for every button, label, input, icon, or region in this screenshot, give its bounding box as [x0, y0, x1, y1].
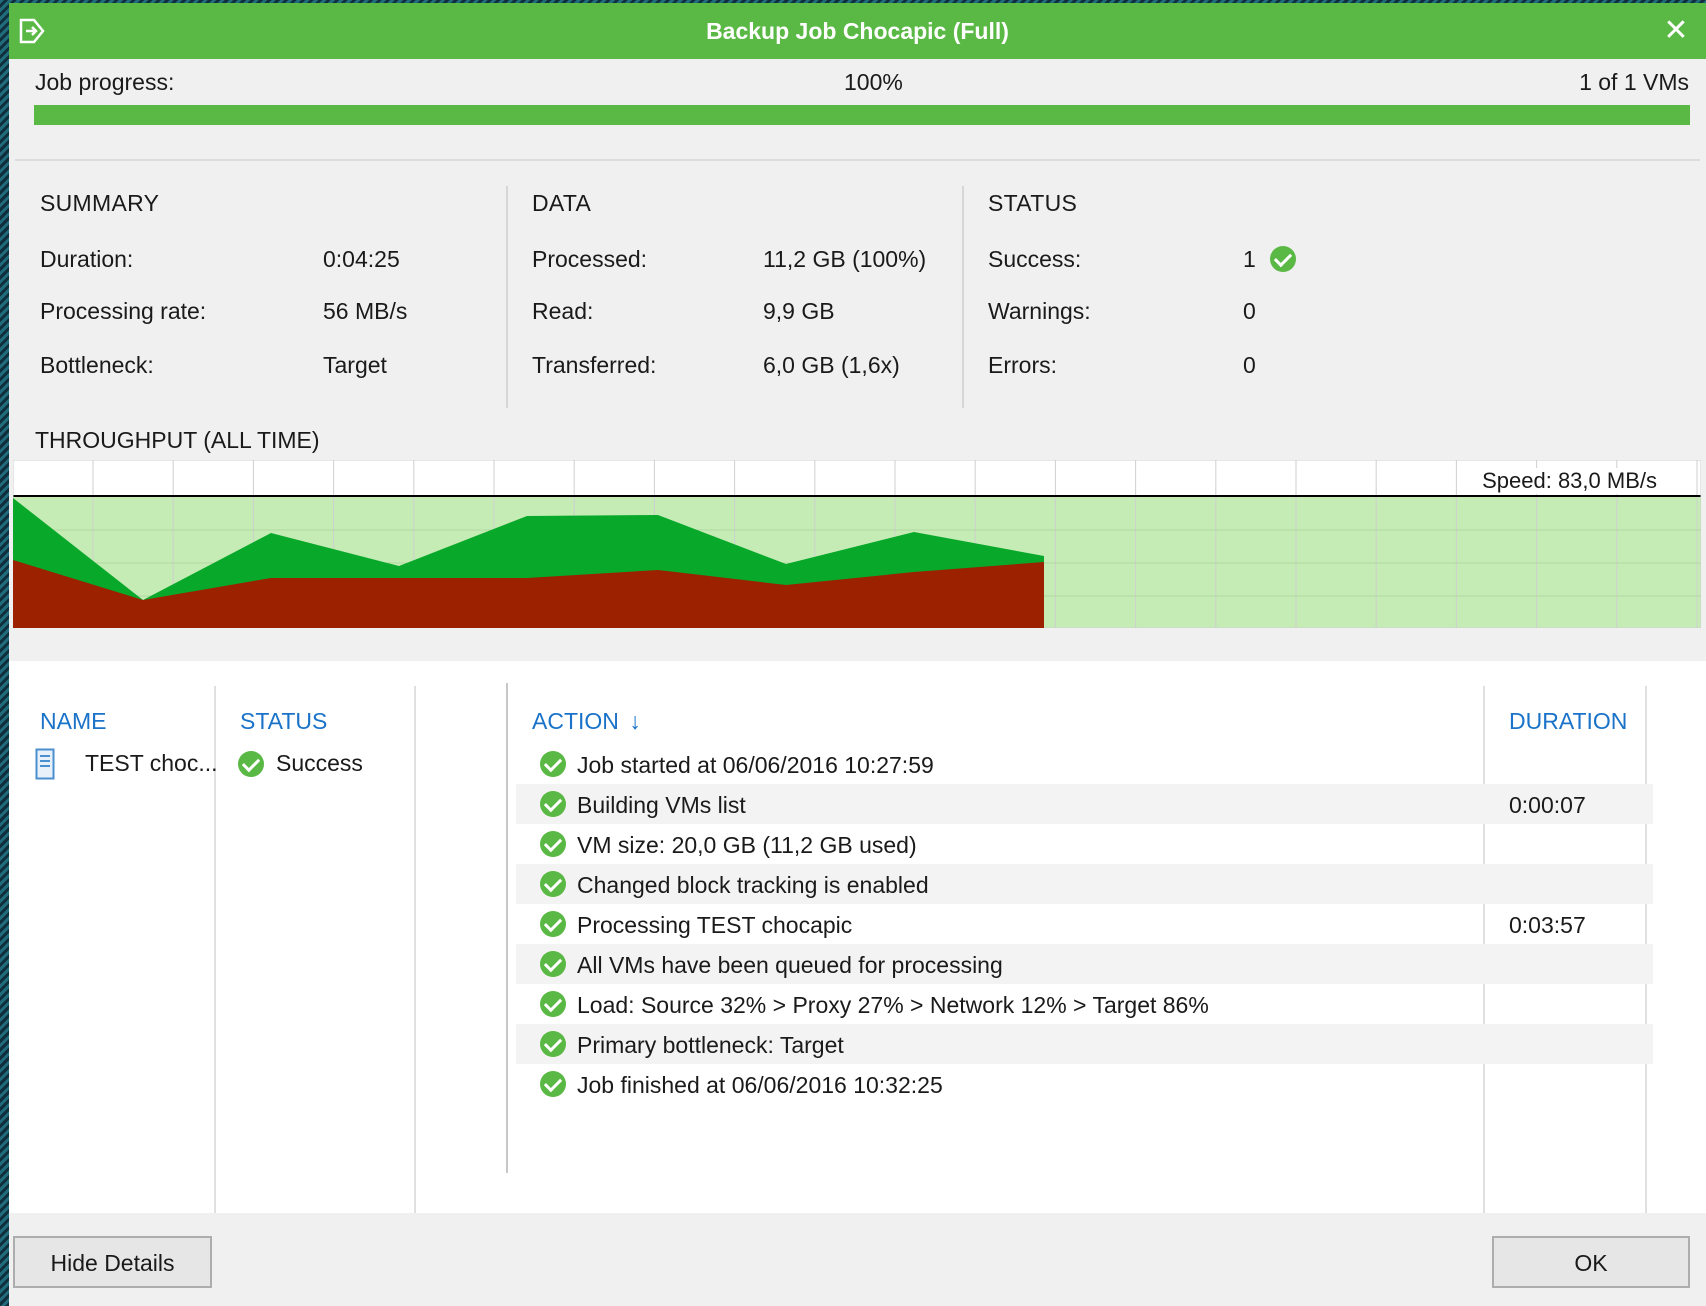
action-duration: 0:00:07: [1509, 792, 1586, 818]
success-check-icon: [1270, 245, 1297, 272]
status-panel: STATUS Success: 1 Warnings: 0 Errors: 0: [988, 178, 1388, 408]
summary-bottleneck-value: Target: [323, 352, 387, 378]
job-progress-vms: 1 of 1 VMs: [1579, 69, 1689, 95]
action-text: Load: Source 32% > Proxy 27% > Network 1…: [577, 992, 1209, 1018]
action-row[interactable]: Job finished at 06/06/2016 10:32:25: [516, 1064, 1653, 1104]
data-read-value: 9,9 GB: [763, 298, 835, 324]
ok-button[interactable]: OK: [1492, 1236, 1690, 1288]
data-heading: DATA: [532, 190, 592, 216]
success-check-icon: [540, 991, 566, 1017]
status-errors-value: 0: [1243, 352, 1256, 378]
summary-bottleneck-label: Bottleneck:: [40, 352, 154, 378]
divider: [15, 159, 1700, 161]
success-check-icon: [540, 791, 566, 817]
title-bar[interactable]: Backup Job Chocapic (Full) ✕: [9, 3, 1706, 59]
column-header-duration[interactable]: DURATION: [1509, 708, 1627, 735]
data-processed-label: Processed:: [532, 246, 648, 272]
action-row[interactable]: All VMs have been queued for processing: [516, 944, 1653, 984]
action-row[interactable]: Changed block tracking is enabled: [516, 864, 1653, 904]
success-check-icon: [540, 831, 566, 857]
action-duration: 0:03:57: [1509, 912, 1586, 938]
job-progress-row: Job progress: 100% 1 of 1 VMs: [9, 65, 1706, 99]
vm-name: TEST choc...: [85, 750, 218, 776]
job-progress-label: Job progress:: [35, 69, 175, 95]
summary-rate-value: 56 MB/s: [323, 298, 408, 324]
success-check-icon: [540, 751, 566, 777]
panel-divider: [962, 186, 964, 408]
action-text: Building VMs list: [577, 792, 746, 818]
action-row[interactable]: Job started at 06/06/2016 10:27:59: [516, 744, 1653, 784]
sort-desc-icon: ↓: [629, 708, 641, 734]
action-text: Primary bottleneck: Target: [577, 1032, 844, 1058]
summary-duration-value: 0:04:25: [323, 246, 400, 272]
window-title: Backup Job Chocapic (Full): [706, 18, 1009, 44]
column-header-status[interactable]: STATUS: [240, 708, 327, 735]
throughput-chart-svg: [13, 460, 1701, 628]
summary-panel: SUMMARY Duration: 0:04:25 Processing rat…: [40, 178, 480, 408]
action-text: Processing TEST chocapic: [577, 912, 853, 938]
column-header-action-label: ACTION: [532, 708, 619, 734]
throughput-label: THROUGHPUT (ALL TIME): [35, 427, 320, 453]
panel-divider: [506, 186, 508, 408]
status-errors-label: Errors:: [988, 352, 1057, 378]
success-check-icon: [540, 951, 566, 977]
close-icon[interactable]: ✕: [1656, 3, 1696, 59]
data-processed-value: 11,2 GB (100%): [763, 246, 927, 272]
throughput-chart: Speed: 83,0 MB/s: [13, 460, 1701, 628]
vm-document-icon: [35, 748, 55, 780]
success-check-icon: [540, 1031, 566, 1057]
action-text: VM size: 20,0 GB (11,2 GB used): [577, 832, 917, 858]
summary-rate-label: Processing rate:: [40, 298, 207, 324]
status-heading: STATUS: [988, 190, 1078, 216]
details-pane: NAME STATUS ACTION ↓ DURATION TEST choc.…: [9, 661, 1706, 1213]
success-check-icon: [238, 751, 264, 777]
job-progress-bar: [34, 105, 1690, 125]
action-row[interactable]: Primary bottleneck: Target: [516, 1024, 1653, 1064]
action-row[interactable]: VM size: 20,0 GB (11,2 GB used): [516, 824, 1653, 864]
column-divider: [414, 686, 416, 1213]
success-check-icon: [540, 911, 566, 937]
action-row[interactable]: Processing TEST chocapic 0:03:57: [516, 904, 1653, 944]
vm-status-text: Success: [276, 750, 363, 776]
job-details-window: Backup Job Chocapic (Full) ✕ Job progres…: [9, 3, 1706, 1306]
action-row[interactable]: Building VMs list 0:00:07: [516, 784, 1653, 824]
action-text: All VMs have been queued for processing: [577, 952, 1003, 978]
data-read-label: Read:: [532, 298, 594, 324]
column-divider: [506, 683, 508, 1173]
status-success-value: 1: [1243, 245, 1297, 274]
action-text: Job started at 06/06/2016 10:27:59: [577, 752, 934, 778]
hide-details-button[interactable]: Hide Details: [13, 1236, 212, 1288]
throughput-speed: Speed: 83,0 MB/s: [1482, 468, 1657, 494]
status-warnings-label: Warnings:: [988, 298, 1091, 324]
data-transferred-label: Transferred:: [532, 352, 657, 378]
vm-list-item[interactable]: TEST choc...: [35, 748, 218, 784]
data-transferred-value: 6,0 GB (1,6x): [763, 352, 900, 378]
summary-duration-label: Duration:: [40, 246, 134, 272]
column-header-action[interactable]: ACTION ↓: [532, 708, 641, 735]
vm-status: Success: [238, 748, 408, 784]
action-row[interactable]: Load: Source 32% > Proxy 27% > Network 1…: [516, 984, 1653, 1024]
status-success-count: 1: [1243, 246, 1256, 272]
summary-heading: SUMMARY: [40, 190, 160, 216]
data-panel: DATA Processed: 11,2 GB (100%) Read: 9,9…: [532, 178, 952, 408]
job-progress-percent: 100%: [844, 69, 903, 95]
action-text: Job finished at 06/06/2016 10:32:25: [577, 1072, 943, 1098]
status-success-label: Success:: [988, 246, 1082, 272]
column-header-name[interactable]: NAME: [40, 708, 106, 735]
success-check-icon: [540, 871, 566, 897]
job-progress-fill: [34, 105, 1690, 125]
success-check-icon: [540, 1071, 566, 1097]
action-text: Changed block tracking is enabled: [577, 872, 929, 898]
status-warnings-value: 0: [1243, 298, 1256, 324]
